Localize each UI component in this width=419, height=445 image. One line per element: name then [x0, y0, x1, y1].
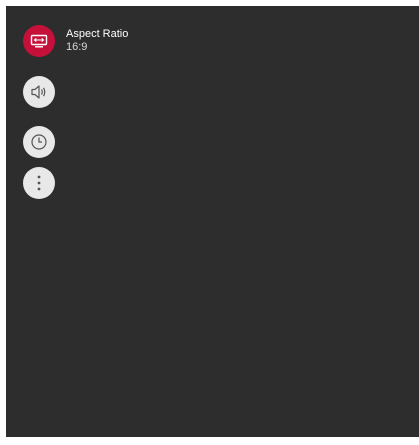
timer-button[interactable]	[23, 126, 55, 158]
aspect-ratio-icon	[30, 34, 48, 48]
aspect-ratio-label: Aspect Ratio 16:9	[66, 28, 128, 54]
timer-icon	[30, 133, 48, 151]
quick-menu-panel: Aspect Ratio 16:9	[6, 6, 419, 437]
more-options-icon	[36, 174, 42, 192]
aspect-ratio-title: Aspect Ratio	[66, 28, 129, 40]
aspect-ratio-button[interactable]	[23, 25, 55, 57]
sound-button[interactable]	[23, 76, 55, 108]
sound-icon	[30, 84, 48, 100]
aspect-ratio-value: 16:9	[66, 41, 88, 53]
more-options-button[interactable]	[23, 167, 55, 199]
